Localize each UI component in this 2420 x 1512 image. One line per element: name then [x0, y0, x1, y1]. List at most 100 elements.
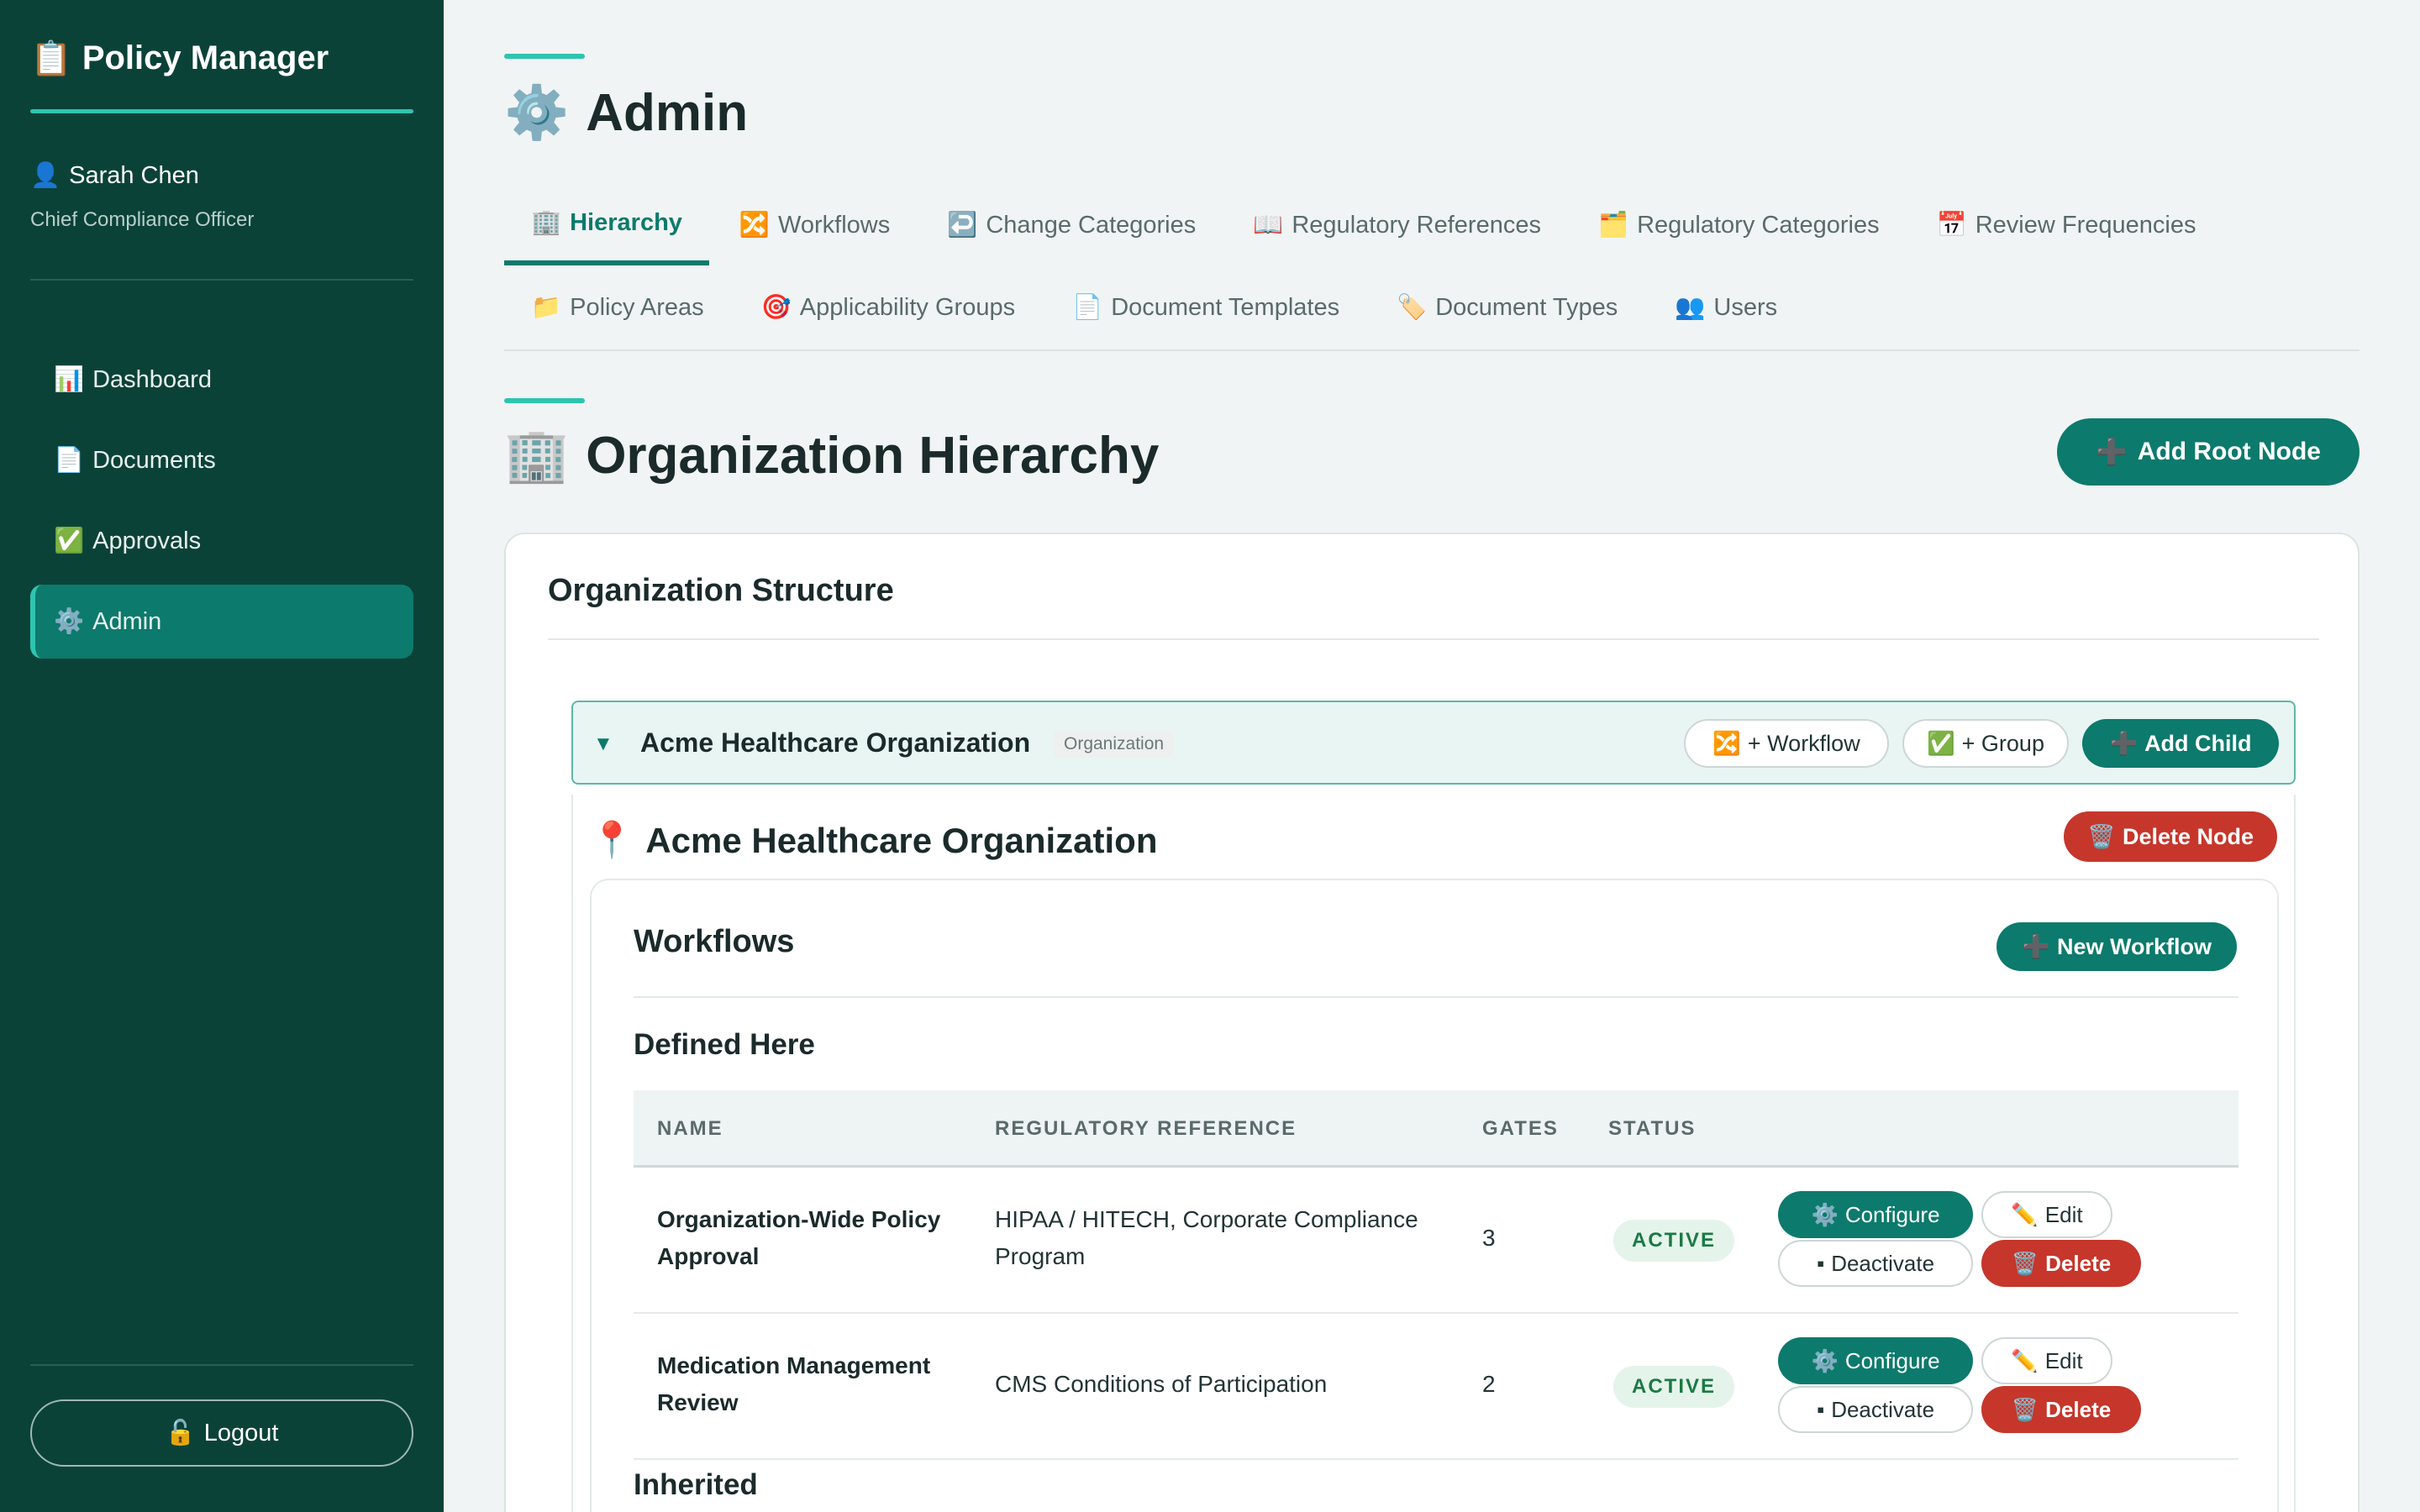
page-title: ⚙️ Admin [504, 82, 748, 144]
node-detail-name: Acme Healthcare Organization [645, 820, 1158, 860]
column-header-gates: GATES [1482, 1117, 1559, 1140]
configure-label: Configure [1844, 1201, 1940, 1227]
sidebar-item-admin[interactable]: ⚙️ Admin [30, 585, 413, 659]
deactivate-button[interactable]: ▪ Deactivate [1778, 1240, 1973, 1287]
sidebar-item-label: Admin [92, 607, 162, 635]
configure-button[interactable]: ⚙️ Configure [1778, 1337, 1973, 1384]
new-workflow-button[interactable]: ➕ New Workflow [1996, 922, 2237, 971]
column-header-status: STATUS [1608, 1117, 1697, 1140]
tab-regulatory-categories[interactable]: 🗂️ Regulatory Categories [1571, 185, 1907, 265]
add-group-button[interactable]: ✅ + Group [1902, 719, 2069, 768]
tab-label: Review Frequencies [1975, 211, 2196, 239]
caret-down-icon[interactable]: ▼ [593, 732, 613, 756]
add-child-button[interactable]: ➕ Add Child [2082, 719, 2279, 768]
gear-icon: ⚙️ [504, 84, 570, 142]
return-arrow-icon: ↩️ [947, 212, 978, 239]
tab-document-templates[interactable]: 📄 Document Templates [1045, 267, 1366, 348]
delete-button[interactable]: 🗑️ Delete [1981, 1240, 2141, 1287]
plus-icon: ➕ [2109, 731, 2139, 756]
brand-title: Policy Manager [82, 39, 329, 76]
brand: 📋 Policy Manager [30, 39, 329, 78]
configure-button[interactable]: ⚙️ Configure [1778, 1191, 1973, 1238]
card-divider [548, 638, 2319, 640]
stop-icon: ▪ [1816, 1250, 1825, 1276]
pin-icon: 📍 [590, 820, 634, 859]
document-icon: 📄 [54, 447, 85, 474]
document-icon: 📄 [1072, 294, 1103, 321]
workflow-name: Organization-Wide Policy Approval [657, 1206, 941, 1269]
tab-label: Document Templates [1111, 293, 1340, 321]
shuffle-icon: 🔀 [739, 212, 771, 239]
node-detail-panel: 📍 Acme Healthcare Organization 🗑️ Delete… [571, 795, 2296, 1512]
sidebar-item-documents[interactable]: 📄 Documents [30, 423, 413, 497]
delete-label: Delete [2045, 1396, 2112, 1422]
building-icon: 🏢 [504, 427, 570, 485]
workflows-divider [634, 996, 2238, 998]
tab-label: Hierarchy [570, 208, 682, 236]
workflows-panel: Workflows ➕ New Workflow Defined Here NA… [590, 879, 2279, 1512]
building-icon: 🏢 [531, 209, 562, 236]
sidebar-nav: 📊 Dashboard 📄 Documents ✅ Approvals ⚙️ A… [30, 343, 413, 665]
user-icon: 👤 [30, 162, 61, 189]
add-child-label: Add Child [2144, 730, 2252, 756]
tab-regulatory-references[interactable]: 📖 Regulatory References [1226, 185, 1568, 265]
node-detail-title: 📍 Acme Healthcare Organization [590, 820, 1157, 861]
tab-applicability-groups[interactable]: 🎯 Applicability Groups [734, 267, 1042, 348]
tab-workflows[interactable]: 🔀 Workflows [713, 185, 917, 265]
tab-label: Regulatory Categories [1637, 211, 1880, 239]
edit-button[interactable]: ✏️ Edit [1981, 1191, 2112, 1238]
tab-policy-areas[interactable]: 📁 Policy Areas [504, 267, 731, 348]
tab-label: Regulatory References [1292, 211, 1541, 239]
delete-label: Delete [2045, 1250, 2112, 1276]
add-workflow-label: + Workflow [1747, 730, 1860, 756]
title-accent [504, 54, 585, 59]
add-root-node-label: Add Root Node [2137, 438, 2321, 465]
user-role: Chief Compliance Officer [30, 208, 255, 231]
delete-node-button[interactable]: 🗑️ Delete Node [2064, 811, 2277, 862]
tab-users[interactable]: 👥 Users [1648, 267, 1804, 348]
edit-label: Edit [2044, 1201, 2083, 1227]
sidebar-item-label: Documents [92, 446, 216, 474]
edit-button[interactable]: ✏️ Edit [1981, 1337, 2112, 1384]
deactivate-button[interactable]: ▪ Deactivate [1778, 1386, 1973, 1433]
tab-label: Workflows [778, 211, 891, 239]
logout-label: Logout [203, 1419, 279, 1446]
gear-icon: ⚙️ [1811, 1347, 1839, 1373]
logout-button[interactable]: 🔓 Logout [30, 1399, 413, 1467]
column-header-name: NAME [657, 1117, 723, 1140]
clipboard-icon: 📋 [30, 40, 72, 77]
target-icon: 🎯 [760, 294, 792, 321]
user-name-text: Sarah Chen [69, 161, 199, 189]
sidebar-item-dashboard[interactable]: 📊 Dashboard [30, 343, 413, 417]
new-workflow-label: New Workflow [2056, 933, 2212, 959]
section-title: 🏢 Organization Hierarchy [504, 425, 1159, 486]
folder-icon: 📁 [531, 294, 562, 321]
workflow-regulatory-reference: HIPAA / HITECH, Corporate Compliance Pro… [995, 1206, 1418, 1269]
tab-review-frequencies[interactable]: 📅 Review Frequencies [1910, 185, 2223, 265]
delete-node-label: Delete Node [2122, 823, 2254, 849]
tab-hierarchy[interactable]: 🏢 Hierarchy [504, 185, 709, 265]
add-root-node-button[interactable]: ➕ Add Root Node [2057, 418, 2360, 486]
section-title-text: Organization Hierarchy [586, 427, 1160, 485]
sidebar-item-approvals[interactable]: ✅ Approvals [30, 504, 413, 578]
tab-change-categories[interactable]: ↩️ Change Categories [920, 185, 1223, 265]
trash-icon: 🗑️ [2087, 824, 2116, 849]
check-icon: ✅ [1927, 731, 1955, 756]
status-badge: ACTIVE [1613, 1366, 1735, 1408]
admin-tabs-row-1: 🏢 Hierarchy 🔀 Workflows ↩️ Change Catego… [504, 185, 2226, 265]
tree-node-row[interactable]: ▼ Acme Healthcare Organization Organizat… [571, 701, 2296, 785]
workflow-regulatory-reference: CMS Conditions of Participation [995, 1371, 1328, 1397]
workflow-gates: 2 [1482, 1371, 1496, 1397]
plus-icon: ➕ [2096, 438, 2128, 466]
add-workflow-button[interactable]: 🔀 + Workflow [1684, 719, 1889, 768]
pencil-icon: ✏️ [2011, 1201, 2039, 1227]
organization-structure-card: Organization Structure ▼ Acme Healthcare… [504, 533, 2360, 1512]
book-icon: 📖 [1253, 212, 1284, 239]
tab-document-types[interactable]: 🏷️ Document Types [1370, 267, 1644, 348]
sidebar-footer-divider [30, 1364, 413, 1366]
delete-button[interactable]: 🗑️ Delete [1981, 1386, 2141, 1433]
trash-icon: 🗑️ [2011, 1250, 2039, 1276]
tabs-divider [504, 349, 2360, 351]
chart-icon: 📊 [54, 366, 85, 393]
deactivate-label: Deactivate [1831, 1396, 1935, 1422]
